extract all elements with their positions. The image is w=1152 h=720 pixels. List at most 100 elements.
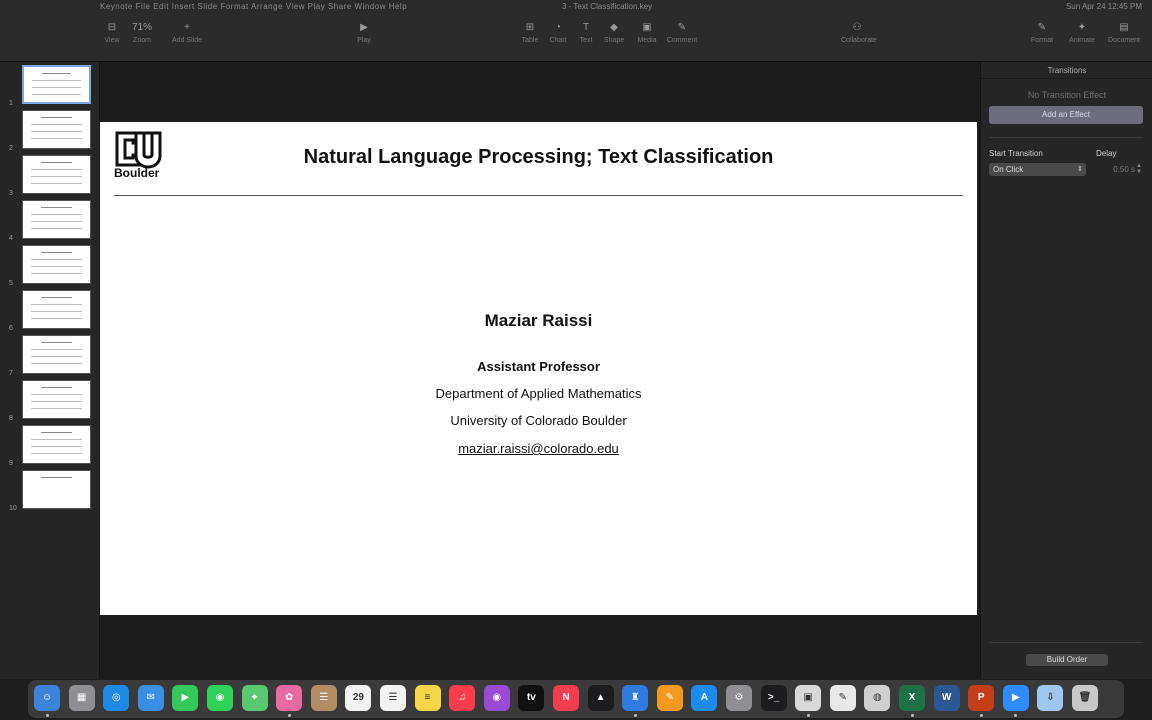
thumbnail-line [31, 453, 82, 454]
slide-thumbnail[interactable] [22, 155, 91, 194]
toolbar-comment-button[interactable]: ✎ Comment [666, 22, 698, 44]
launchpad-icon[interactable]: ▦ [68, 685, 95, 711]
thumbnail-line [31, 124, 82, 125]
author-university[interactable]: University of Colorado Boulder [100, 413, 977, 428]
pages-icon[interactable]: ✎ [656, 685, 683, 711]
notes-icon[interactable]: ≡ [414, 685, 441, 711]
toolbar-glyph-icon: + [184, 22, 190, 33]
thumbnail-line [31, 131, 82, 132]
screenshot-icon[interactable]: ▣ [795, 685, 822, 711]
author-email-link[interactable]: maziar.raissi@colorado.edu [100, 441, 977, 456]
thumbnail-line [31, 183, 82, 184]
slide-thumbnail[interactable] [22, 110, 91, 149]
inspector-divider [989, 137, 1143, 138]
slide-number: 9 [9, 460, 13, 467]
app-store-icon[interactable]: A [691, 685, 718, 711]
thumbnail-line [31, 259, 82, 260]
messages-icon[interactable]: ◉ [207, 685, 233, 711]
slide-thumbnail[interactable] [22, 290, 91, 329]
toolbar-add-slide-button[interactable]: + Add Slide [171, 22, 203, 44]
reminders-icon[interactable]: ☰ [380, 685, 406, 711]
toolbar-label: Text [579, 37, 593, 44]
slide-thumbnail[interactable] [22, 470, 91, 509]
excel-icon[interactable]: X [899, 685, 925, 711]
slide-thumbnail[interactable] [22, 200, 91, 239]
author-name[interactable]: Maziar Raissi [100, 311, 977, 331]
calendar-icon[interactable]: 29 [345, 685, 372, 711]
apple-tv-icon[interactable]: tv [518, 685, 545, 711]
slide-title[interactable]: Natural Language Processing; Text Classi… [180, 146, 897, 169]
trash-icon[interactable]: 🗑 [1072, 685, 1098, 711]
toolbar-glyph-icon: ◆ [610, 22, 618, 33]
thumbnail-line [31, 439, 82, 440]
toolbar-glyph-icon: ✦ [1077, 22, 1087, 33]
slide-number: 4 [9, 235, 13, 242]
slide-thumbnail[interactable] [22, 245, 91, 284]
app-menus[interactable]: Keynote File Edit Insert Slide Format Ar… [100, 2, 407, 11]
downloads-icon[interactable]: ⇩ [1037, 685, 1064, 711]
slide-thumbnail[interactable] [22, 335, 91, 374]
thumbnail-line [31, 356, 82, 357]
inspector-tab-transitions[interactable]: Transitions [981, 66, 1152, 75]
delay-label: Delay [1096, 149, 1117, 158]
toolbar-collaborate-button[interactable]: ⚇ Collaborate [841, 22, 877, 44]
music-icon[interactable]: ♫ [449, 685, 476, 711]
slide[interactable]: Boulder Natural Language Processing; Tex… [100, 122, 977, 615]
mail-icon[interactable]: ✉ [137, 685, 164, 711]
delay-stepper-icon[interactable]: ▲ ▼ [1136, 163, 1144, 176]
menubar-clock[interactable]: Sun Apr 24 12:45 PM [1066, 2, 1142, 11]
toolbar-media-button[interactable]: ▣ Media [631, 22, 663, 44]
word-icon[interactable]: W [933, 685, 960, 711]
textedit-icon[interactable]: ✎ [829, 685, 856, 711]
running-indicator [287, 714, 291, 717]
podcasts-icon[interactable]: ◉ [483, 685, 510, 711]
maps-icon[interactable]: ⌖ [241, 685, 268, 711]
terminal-icon[interactable]: >_ [760, 685, 787, 711]
slide-thumbnail[interactable] [22, 425, 91, 464]
thumbnail-line [31, 138, 82, 139]
toolbar-zoom-button[interactable]: 71% Zoom [126, 22, 158, 44]
toolbar-label: View [104, 37, 120, 44]
thumbnail-line [41, 477, 72, 478]
toolbar-label: Shape [603, 37, 625, 44]
build-order-button[interactable]: Build Order [1026, 654, 1108, 666]
preview-icon[interactable]: ◍ [864, 685, 891, 711]
select-arrows-icon: ⇕ [1077, 166, 1083, 173]
news-icon[interactable]: N [553, 685, 579, 711]
powerpoint-icon[interactable]: P [968, 685, 995, 711]
zoom-icon[interactable]: ▶ [1002, 685, 1029, 711]
delay-field[interactable]: 0.50 s [1099, 163, 1135, 176]
thumbnail-line [31, 311, 82, 312]
keynote-icon[interactable]: ♜ [622, 685, 649, 711]
thumbnail-line [31, 408, 82, 409]
toolbar-play-button[interactable]: ▶ Play [348, 22, 380, 44]
thumbnail-line [31, 176, 82, 177]
facetime-icon[interactable]: ▶ [172, 685, 199, 711]
photos-icon[interactable]: ✿ [276, 685, 303, 711]
safari-icon[interactable]: ◎ [103, 685, 130, 711]
logo-text: Boulder [114, 166, 160, 180]
start-transition-value: On Click [993, 165, 1024, 174]
slide-thumbnail[interactable] [22, 65, 91, 104]
author-department[interactable]: Department of Applied Mathematics [100, 386, 977, 401]
toolbar-document-button[interactable]: ▤ Document [1108, 22, 1140, 44]
contacts-icon[interactable]: ☰ [310, 685, 337, 711]
toolbar-view-button[interactable]: ⊟ View [96, 22, 128, 44]
author-role[interactable]: Assistant Professor [100, 359, 977, 374]
toolbar-animate-button[interactable]: ✦ Animate [1066, 22, 1098, 44]
toolbar-glyph-icon: ▣ [642, 22, 652, 33]
thumbnail-line [41, 297, 72, 298]
system-preferences-icon[interactable]: ⚙ [726, 685, 752, 711]
stocks-icon[interactable]: ▲ [587, 685, 614, 711]
finder-icon[interactable]: ☺ [34, 685, 60, 711]
thumbnail-line [31, 169, 82, 170]
toolbar-format-button[interactable]: ✎ Format [1026, 22, 1058, 44]
toolbar-label: Zoom [133, 37, 151, 44]
toolbar-shape-button[interactable]: ◆ Shape [598, 22, 630, 44]
start-transition-select[interactable]: On Click ⇕ [989, 163, 1086, 176]
thumbnail-line [31, 401, 82, 402]
slide-thumbnail[interactable] [22, 380, 91, 419]
thumbnail-line [31, 318, 82, 319]
add-effect-button[interactable]: Add an Effect [989, 106, 1143, 124]
toolbar-label: Add Slide [172, 37, 202, 44]
